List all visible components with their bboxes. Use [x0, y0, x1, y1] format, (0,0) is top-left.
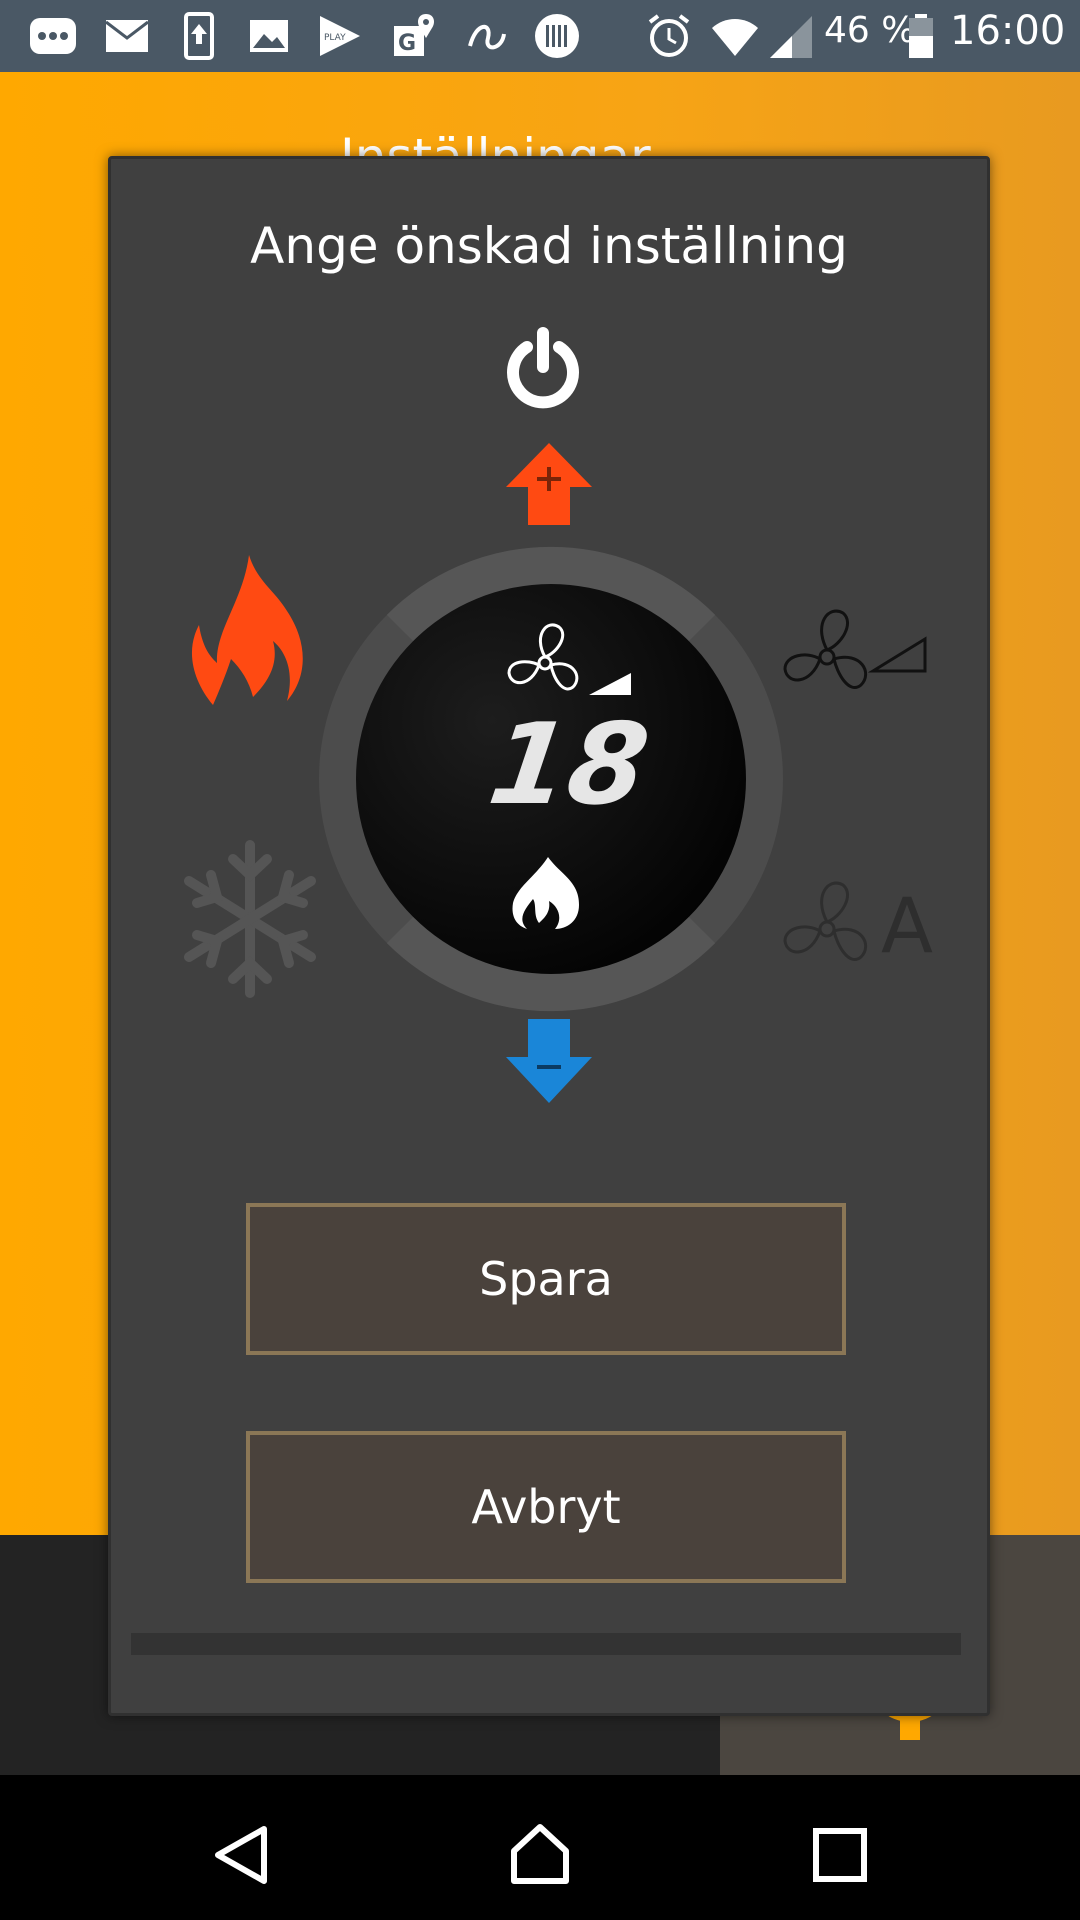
swirl-icon — [468, 25, 506, 50]
minus-arrow-down-icon[interactable] — [504, 1017, 594, 1107]
navigation-bar — [0, 1775, 1080, 1920]
power-icon[interactable] — [503, 327, 583, 413]
save-button[interactable]: Spara — [246, 1203, 846, 1355]
back-icon[interactable] — [212, 1825, 272, 1885]
battery-percent: 46 % — [824, 10, 916, 51]
status-bar: PLAY G 46 % 16:00 — [0, 0, 1080, 72]
signal-icon — [770, 16, 812, 58]
temperature-value: 18 — [481, 700, 656, 830]
recents-icon[interactable] — [812, 1827, 868, 1883]
home-icon[interactable] — [508, 1823, 572, 1885]
cancel-button[interactable]: Avbryt — [246, 1431, 846, 1583]
snowflake-icon[interactable] — [183, 839, 317, 999]
maps-icon: G — [394, 14, 434, 56]
mail-icon — [105, 20, 149, 52]
dialog-footer — [131, 1633, 961, 1655]
svg-text:PLAY: PLAY — [324, 33, 346, 43]
settings-dialog: Ange önskad inställning 18 A Spara Avbry… — [108, 156, 990, 1716]
fan-speed-icon[interactable] — [779, 599, 939, 719]
play-store-icon: PLAY — [320, 16, 360, 56]
upload-icon — [184, 12, 214, 60]
wifi-icon — [712, 19, 758, 56]
more-icon — [30, 18, 76, 54]
flame-small-icon — [512, 857, 579, 929]
svg-text:G: G — [398, 31, 416, 56]
dialog-title: Ange önskad inställning — [250, 217, 848, 275]
clock: 16:00 — [950, 8, 1066, 54]
barcode-icon — [535, 14, 579, 58]
flame-icon[interactable] — [183, 551, 313, 711]
battery-icon — [909, 14, 933, 58]
fan-auto-label: A — [881, 881, 933, 970]
plus-arrow-up-icon[interactable] — [504, 439, 594, 529]
fan-auto-icon[interactable] — [779, 871, 879, 991]
image-icon — [250, 20, 288, 52]
alarm-icon — [648, 14, 690, 57]
